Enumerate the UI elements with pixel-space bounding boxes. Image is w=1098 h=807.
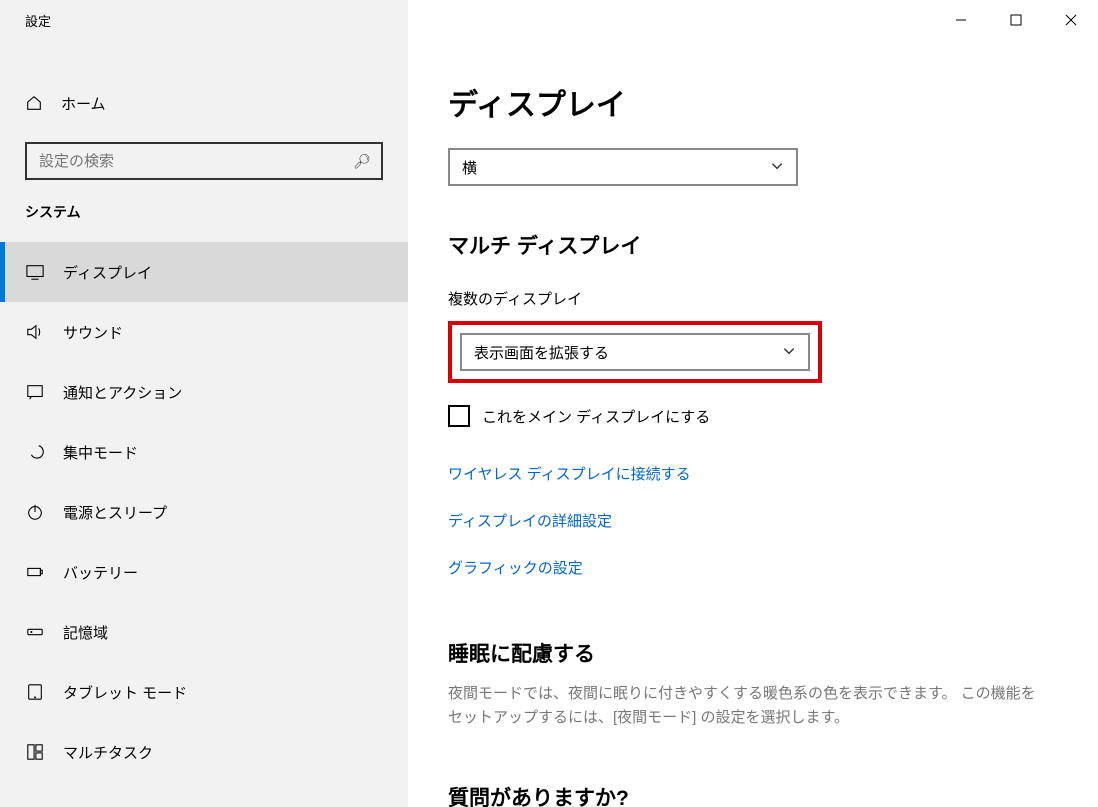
sidebar-item-label: 通知とアクション (63, 382, 182, 403)
maximize-button[interactable] (988, 0, 1043, 40)
power-icon (25, 502, 45, 522)
chevron-down-icon (782, 344, 796, 361)
sleep-heading: 睡眠に配慮する (448, 638, 1058, 668)
sidebar-item-focus[interactable]: 集中モード (0, 422, 408, 482)
multi-display-label: 複数のディスプレイ (448, 288, 1058, 309)
focus-icon (25, 442, 45, 462)
sidebar-item-label: マルチタスク (63, 742, 153, 763)
sidebar-item-display[interactable]: ディスプレイ (0, 242, 408, 302)
home-link[interactable]: ホーム (0, 80, 408, 126)
sidebar-item-label: 集中モード (63, 442, 138, 463)
sleep-description: 夜間モードでは、夜間に眠りに付きやすくする暖色系の色を表示できます。 この機能を… (448, 682, 1048, 730)
graphics-settings-link[interactable]: グラフィックの設定 (448, 557, 1058, 578)
sidebar-item-multitask[interactable]: マルチタスク (0, 722, 408, 782)
battery-icon (25, 562, 45, 582)
main-display-checkbox[interactable] (448, 405, 470, 427)
sidebar-item-power[interactable]: 電源とスリープ (0, 482, 408, 542)
search-field[interactable] (39, 153, 353, 170)
orientation-value: 横 (462, 157, 477, 178)
wireless-display-link[interactable]: ワイヤレス ディスプレイに接続する (448, 463, 1058, 484)
sidebar: ホーム 🔍︎ システム ディスプレイ サウンド (0, 40, 408, 807)
multitask-icon (25, 742, 45, 762)
tablet-icon (25, 682, 45, 702)
question-heading: 質問がありますか? (448, 782, 1058, 807)
search-icon: 🔍︎ (353, 153, 371, 170)
main-content: ディスプレイ 横 マルチ ディスプレイ 複数のディスプレイ 表示画面を拡張する … (408, 40, 1098, 807)
home-label: ホーム (61, 93, 106, 114)
search-input[interactable]: 🔍︎ (25, 142, 383, 180)
window-title: 設定 (0, 11, 51, 30)
display-icon (25, 262, 45, 282)
home-icon (25, 94, 43, 112)
sidebar-item-label: 記憶域 (63, 622, 108, 643)
highlight-annotation: 表示画面を拡張する (448, 321, 822, 383)
sidebar-item-label: タブレット モード (63, 682, 187, 703)
page-title: ディスプレイ (448, 80, 1058, 124)
sidebar-item-label: ディスプレイ (63, 262, 152, 283)
orientation-dropdown[interactable]: 横 (448, 148, 798, 186)
sidebar-item-battery[interactable]: バッテリー (0, 542, 408, 602)
close-button[interactable] (1043, 0, 1098, 40)
sidebar-item-label: 電源とスリープ (63, 502, 167, 523)
sidebar-item-sound[interactable]: サウンド (0, 302, 408, 362)
sound-icon (25, 322, 45, 342)
chevron-down-icon (770, 159, 784, 176)
sidebar-item-label: バッテリー (63, 562, 138, 583)
sidebar-item-label: サウンド (63, 322, 123, 343)
category-header: システム (0, 202, 408, 222)
sidebar-item-storage[interactable]: 記憶域 (0, 602, 408, 662)
main-display-checkbox-label: これをメイン ディスプレイにする (482, 406, 710, 427)
advanced-display-link[interactable]: ディスプレイの詳細設定 (448, 510, 1058, 531)
storage-icon (25, 622, 45, 642)
multi-display-value: 表示画面を拡張する (474, 342, 609, 363)
sidebar-item-notifications[interactable]: 通知とアクション (0, 362, 408, 422)
multi-display-dropdown[interactable]: 表示画面を拡張する (460, 333, 810, 371)
multi-display-heading: マルチ ディスプレイ (448, 230, 1058, 260)
minimize-button[interactable] (933, 0, 988, 40)
sidebar-item-tablet[interactable]: タブレット モード (0, 662, 408, 722)
notification-icon (25, 382, 45, 402)
